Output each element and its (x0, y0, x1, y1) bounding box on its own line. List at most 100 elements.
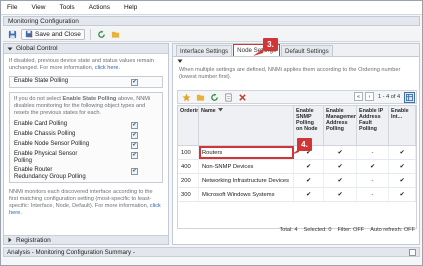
step-3-pointer (253, 49, 263, 56)
step-3-callout: 3. (263, 38, 278, 51)
node-sensor-polling-checkbox[interactable] (131, 142, 138, 149)
grid-icon (406, 94, 413, 101)
physical-sensor-polling-row: Enable Physical Sensor Polling (10, 150, 162, 166)
col-ordering[interactable]: Ordering (178, 106, 199, 145)
cell-name[interactable]: Microsoft Windows Systems (199, 188, 294, 201)
menu-help[interactable]: Help (124, 4, 137, 11)
table-refresh-button[interactable] (208, 92, 220, 103)
open-button[interactable] (180, 92, 192, 103)
menu-view[interactable]: View (31, 4, 45, 11)
state-polling-checkbox[interactable] (131, 79, 138, 86)
expand-arrow-icon (8, 237, 12, 243)
card-polling-label: Enable Card Polling (14, 121, 68, 127)
star-icon (181, 92, 191, 101)
col-name-label: Name (201, 108, 216, 114)
cell-name[interactable]: Non-SNMP Devices (199, 160, 294, 173)
refresh-button[interactable] (96, 29, 107, 40)
cell-ordering: 400 (178, 160, 199, 173)
chassis-polling-label: Enable Chassis Polling (14, 131, 76, 137)
analysis-panel-header[interactable]: Analysis - Monitoring Configuration Summ… (3, 247, 420, 257)
cell-int: ✔ (389, 188, 416, 201)
save-close-icon (25, 30, 33, 38)
page-range: 1 - 4 of 4 (378, 93, 401, 100)
physical-sensor-polling-checkbox[interactable] (131, 152, 138, 159)
status-total: Total: 4 (279, 227, 298, 233)
cell-snmp: ✔ (294, 188, 324, 201)
refresh-icon (210, 92, 218, 101)
interface-monitoring-note: NNMi monitors each discovered interface … (9, 183, 163, 217)
col-ip-fault-polling[interactable]: Enable IP Address Fault Polling (357, 106, 389, 145)
state-polling-label: Enable State Polling (14, 78, 69, 84)
folder-icon (111, 31, 119, 38)
router-redundancy-polling-row: Enable Router Redundancy Group Polling (10, 166, 162, 182)
sort-arrow-icon (218, 108, 224, 112)
toolbar-divider (89, 28, 91, 40)
cell-snmp: ✔ (294, 174, 324, 187)
global-control-panel: Global Control If disabled, previous dev… (3, 43, 169, 245)
form-title: Monitoring Configuration (3, 16, 420, 26)
col-name[interactable]: Name (199, 106, 294, 145)
cell-mgmt: ✔ (324, 160, 357, 173)
cell-snmp: ✔ (294, 160, 324, 173)
save-and-close-label: Save and Close (35, 30, 81, 38)
note-text-b: Enable State Polling (62, 96, 117, 102)
panel-restore-icon[interactable] (409, 249, 416, 256)
global-control-header[interactable]: Global Control (4, 44, 168, 54)
tab-default-settings[interactable]: Default Settings (281, 45, 333, 56)
cell-name[interactable]: Routers (199, 146, 294, 159)
cell-mgmt: ✔ (324, 146, 357, 159)
cell-ip: - (357, 146, 389, 159)
card-polling-row: Enable Card Polling (10, 120, 162, 130)
table-row[interactable]: 300 Microsoft Windows Systems ✔ ✔ - ✔ (178, 188, 416, 202)
node-settings-table: Ordering Name Enable SNMP Polling on Nod… (177, 105, 417, 229)
node-settings-description: When multiple settings are defined, NNMi… (179, 67, 401, 80)
node-sensor-polling-row: Enable Node Sensor Polling (10, 140, 162, 150)
registration-header[interactable]: Registration (4, 235, 168, 244)
router-redundancy-polling-checkbox[interactable] (131, 168, 138, 175)
settings-panel: Interface Settings Node Settings Default… (172, 43, 420, 245)
new-document-icon (224, 93, 232, 101)
menu-tools[interactable]: Tools (59, 4, 74, 11)
save-icon-button[interactable] (7, 29, 18, 40)
state-polling-group: Enable State Polling (9, 76, 163, 88)
node-sensor-polling-label: Enable Node Sensor Polling (14, 141, 90, 147)
cell-name[interactable]: Networking Infrastructure Devices (199, 174, 294, 187)
physical-sensor-polling-label: Enable Physical Sensor Polling (14, 151, 78, 164)
table-row[interactable]: 200 Networking Infrastructure Devices ✔ … (178, 174, 416, 188)
col-enable-int[interactable]: Enable Int... (389, 106, 416, 145)
col-mgmt-address-polling[interactable]: Enable Management Address Polling (324, 106, 357, 145)
global-control-title: Global Control (16, 45, 58, 52)
table-row[interactable]: 400 Non-SNMP Devices ✔ ✔ ✔ ✔ (178, 160, 416, 174)
first-page-button[interactable]: « (354, 92, 363, 101)
cell-ip: ✔ (357, 160, 389, 173)
object-polling-group: If you do not select Enable State Pollin… (9, 92, 163, 183)
cell-int: ✔ (389, 174, 416, 187)
description-collapse-toggle[interactable] (177, 59, 183, 66)
card-polling-checkbox[interactable] (131, 122, 138, 129)
cell-int: ✔ (389, 146, 416, 159)
intro-text: If disabled, previous device state and s… (9, 58, 154, 71)
column-config-button[interactable] (404, 92, 415, 103)
open-folder-button[interactable] (194, 92, 206, 103)
collapse-arrow-icon (7, 47, 13, 50)
state-polling-row: Enable State Polling (10, 77, 162, 87)
cell-ip: - (357, 174, 389, 187)
settings-tabs: Interface Settings Node Settings Default… (173, 44, 419, 57)
chassis-polling-checkbox[interactable] (131, 132, 138, 139)
save-and-close-button[interactable]: Save and Close (21, 28, 85, 40)
collapse-arrow-icon (177, 59, 183, 63)
folder-icon (196, 94, 204, 101)
app-window: File View Tools Actions Help Monitoring … (0, 0, 423, 266)
cell-int: ✔ (389, 160, 416, 173)
tab-interface-settings[interactable]: Interface Settings (176, 45, 233, 56)
intro-help-link[interactable]: click here. (95, 65, 120, 71)
refresh-icon (98, 29, 105, 38)
prev-page-button[interactable]: ‹ (365, 92, 374, 101)
delete-button[interactable] (236, 92, 248, 103)
close-form-button[interactable] (110, 29, 121, 40)
new-button[interactable] (222, 92, 234, 103)
footer-note-text: NNMi monitors each discovered interface … (9, 189, 153, 209)
cell-mgmt: ✔ (324, 188, 357, 201)
menu-file[interactable]: File (7, 4, 17, 11)
menu-actions[interactable]: Actions (89, 4, 110, 11)
